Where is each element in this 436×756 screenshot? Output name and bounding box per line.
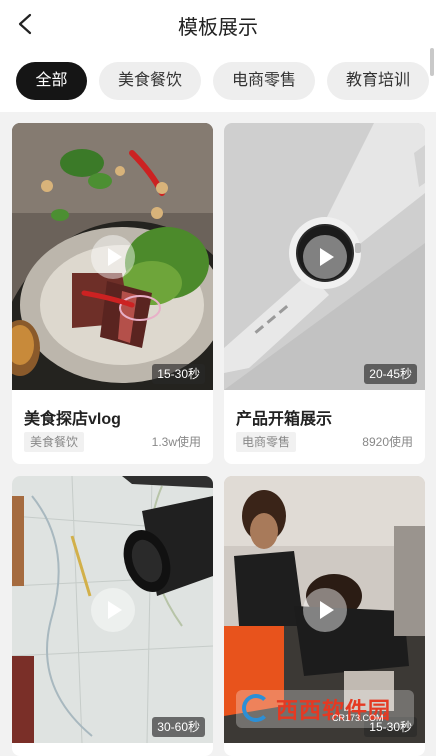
scrollbar[interactable]: [430, 48, 434, 76]
thumbnail-product[interactable]: 20-45秒: [224, 123, 425, 390]
duration-badge: 15-30秒: [152, 364, 205, 384]
card-category-tag: 美食餐饮: [24, 432, 85, 452]
header: 模板展示: [0, 0, 436, 50]
duration-badge: 30-60秒: [152, 717, 205, 737]
card-title: 美食探店vlog: [24, 411, 121, 428]
thumbnail-food[interactable]: 15-30秒: [12, 123, 213, 390]
watermark-c-icon: [242, 694, 270, 722]
tab-education[interactable]: 教育培训: [327, 62, 429, 100]
template-card-travel[interactable]: 30-60秒: [12, 476, 213, 756]
play-icon[interactable]: [91, 588, 135, 632]
tab-food[interactable]: 美食餐饮: [99, 62, 201, 100]
card-usage-count: 8920使用: [362, 435, 413, 449]
play-icon[interactable]: [303, 588, 347, 632]
play-icon[interactable]: [91, 235, 135, 279]
category-tabs: 全部 美食餐饮 电商零售 教育培训: [0, 50, 436, 112]
card-title: 产品开箱展示: [236, 411, 333, 428]
watermark-url: CR173.COM: [332, 713, 384, 723]
watermark-logo: 西西软件园 CR173.COM: [236, 690, 414, 728]
tab-ecommerce[interactable]: 电商零售: [213, 62, 315, 100]
template-card-product-unboxing[interactable]: 20-45秒 产品开箱展示 电商零售 8920使用: [224, 123, 425, 464]
thumbnail-travel[interactable]: 30-60秒: [12, 476, 213, 743]
card-usage-count: 1.3w使用: [151, 435, 201, 449]
play-icon[interactable]: [303, 235, 347, 279]
tab-all[interactable]: 全部: [16, 62, 87, 100]
template-card-food-vlog[interactable]: 15-30秒 美食探店vlog 美食餐饮 1.3w使用: [12, 123, 213, 464]
card-category-tag: 电商零售: [236, 432, 297, 452]
page-title: 模板展示: [178, 17, 258, 39]
duration-badge: 20-45秒: [364, 364, 417, 384]
